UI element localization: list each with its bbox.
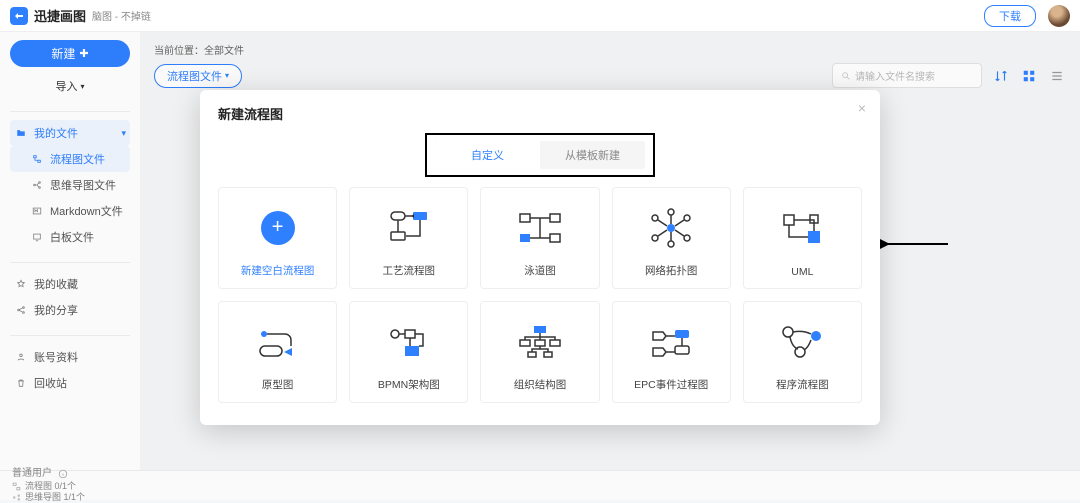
- swimlane-icon: [516, 208, 564, 248]
- close-icon[interactable]: ×: [858, 100, 866, 116]
- brand-tagline: 脑图 - 不掉链: [92, 8, 151, 23]
- network-icon: [647, 208, 695, 248]
- org-icon: [516, 322, 564, 362]
- annotation-arrow: [880, 234, 950, 259]
- card-org-chart[interactable]: 组织结构图: [480, 301, 599, 403]
- card-network-topology[interactable]: 网络拓扑图: [612, 187, 731, 289]
- card-label: BPMN架构图: [378, 377, 440, 392]
- process-icon: [385, 208, 433, 248]
- user-avatar[interactable]: [1048, 5, 1070, 27]
- app-logo: [10, 7, 28, 25]
- epc-icon: [647, 322, 695, 362]
- card-label: 工艺流程图: [383, 263, 436, 278]
- card-uml[interactable]: UML: [743, 187, 862, 289]
- brand-text: 迅捷画图: [34, 6, 86, 25]
- card-new-blank[interactable]: + 新建空白流程图: [218, 187, 337, 289]
- modal-title: 新建流程图: [218, 104, 862, 123]
- program-icon: [778, 322, 826, 362]
- card-process-flow[interactable]: 工艺流程图: [349, 187, 468, 289]
- card-swimlane[interactable]: 泳道图: [480, 187, 599, 289]
- template-grid: + 新建空白流程图 工艺流程图 泳道图: [218, 187, 862, 403]
- card-label: 原型图: [262, 377, 294, 392]
- card-bpmn[interactable]: BPMN架构图: [349, 301, 468, 403]
- prototype-icon: [254, 322, 302, 362]
- card-label: 网络拓扑图: [645, 263, 698, 278]
- card-label: 组织结构图: [514, 377, 567, 392]
- card-label: EPC事件过程图: [634, 377, 708, 392]
- card-label: UML: [791, 266, 813, 278]
- card-program-flow[interactable]: 程序流程图: [743, 301, 862, 403]
- card-label: 程序流程图: [776, 377, 829, 392]
- uml-icon: [778, 209, 826, 249]
- card-epc[interactable]: EPC事件过程图: [612, 301, 731, 403]
- topbar: 迅捷画图 脑图 - 不掉链 下载: [0, 0, 1080, 32]
- plus-circle-icon: +: [261, 211, 295, 245]
- annotation-box: [425, 133, 655, 177]
- bpmn-icon: [385, 322, 433, 362]
- new-flowchart-modal: 新建流程图 × 自定义 从模板新建 + 新建空白流程图 工艺流程图: [200, 90, 880, 425]
- card-label: 泳道图: [524, 263, 556, 278]
- card-label: 新建空白流程图: [241, 263, 315, 278]
- card-prototype[interactable]: 原型图: [218, 301, 337, 403]
- download-button[interactable]: 下载: [984, 5, 1036, 27]
